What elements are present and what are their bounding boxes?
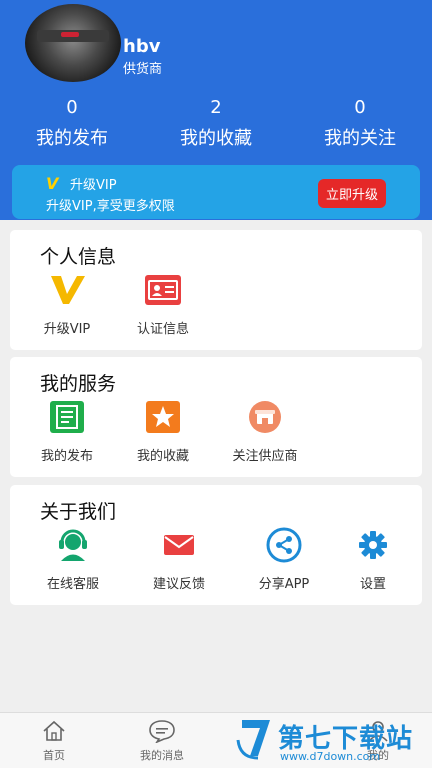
- nav-home[interactable]: 首页: [14, 719, 94, 763]
- nav-label: 我的消息: [140, 749, 184, 762]
- item-label: 分享APP: [258, 577, 310, 592]
- vip-title: 升级VIP: [70, 178, 117, 193]
- mail-icon: [159, 525, 199, 565]
- follow-suppliers-item[interactable]: 关注供应商: [215, 397, 315, 464]
- item-label: 在线客服: [46, 577, 99, 592]
- vip-logo-icon: V: [46, 174, 59, 193]
- section-title: 关于我们: [40, 501, 117, 523]
- nav-label: 首页: [43, 749, 65, 762]
- vip-icon: [47, 270, 87, 310]
- stat-count: 0: [354, 97, 366, 118]
- headset-icon: [53, 525, 93, 565]
- notebook-icon: [47, 397, 87, 437]
- verification-info-item[interactable]: 认证信息: [115, 270, 211, 337]
- gear-icon: [353, 525, 393, 565]
- watermark-logo-icon: [236, 720, 270, 760]
- item-label: 认证信息: [136, 322, 189, 337]
- avatar[interactable]: [25, 4, 121, 82]
- feedback-item[interactable]: 建议反馈: [131, 525, 227, 592]
- store-icon: [245, 397, 285, 437]
- about-us-card: 关于我们 在线客服 建议反馈 分享APP 设置: [10, 485, 422, 605]
- stat-my-favorites[interactable]: 2 我的收藏: [144, 96, 288, 150]
- username: hbv: [123, 36, 161, 57]
- stat-my-follows[interactable]: 0 我的关注: [288, 96, 432, 150]
- vip-banner[interactable]: V 升级VIP 升级VIP,享受更多权限 立即升级: [12, 165, 420, 219]
- personal-info-card: 个人信息 升级VIP 认证信息: [10, 230, 422, 350]
- home-icon: [14, 719, 94, 743]
- my-favorites-item[interactable]: 我的收藏: [115, 397, 211, 464]
- upgrade-now-button[interactable]: 立即升级: [317, 179, 386, 208]
- online-service-item[interactable]: 在线客服: [25, 525, 121, 592]
- item-label: 建议反馈: [152, 577, 205, 592]
- user-role: 供货商: [123, 62, 163, 77]
- stat-label: 我的收藏: [180, 128, 252, 149]
- settings-item[interactable]: 设置: [325, 525, 421, 592]
- stat-count: 2: [210, 97, 222, 118]
- upgrade-vip-item[interactable]: 升级VIP: [19, 270, 115, 337]
- stat-label: 我的关注: [324, 128, 396, 149]
- stat-my-posts[interactable]: 0 我的发布: [0, 96, 144, 150]
- item-label: 关注供应商: [232, 449, 298, 464]
- id-card-icon: [143, 270, 183, 310]
- item-label: 升级VIP: [43, 322, 91, 337]
- stats-row: 0 我的发布 2 我的收藏 0 我的关注: [0, 96, 432, 150]
- message-icon: [122, 719, 202, 743]
- stat-count: 0: [66, 97, 78, 118]
- share-icon: [264, 525, 304, 565]
- site-watermark: 第七下载站 www.d7down.com: [236, 716, 432, 768]
- vip-description: 升级VIP,享受更多权限: [46, 199, 175, 214]
- my-services-card: 我的服务 我的发布 我的收藏 关注供应商: [10, 357, 422, 477]
- nav-messages[interactable]: 我的消息: [122, 719, 202, 763]
- item-label: 我的收藏: [136, 449, 189, 464]
- item-label: 我的发布: [40, 449, 93, 464]
- item-label: 设置: [359, 577, 386, 592]
- share-app-item[interactable]: 分享APP: [236, 525, 332, 592]
- section-title: 我的服务: [40, 373, 117, 395]
- my-posts-item[interactable]: 我的发布: [19, 397, 115, 464]
- section-title: 个人信息: [40, 246, 117, 268]
- stat-label: 我的发布: [36, 128, 108, 149]
- watermark-url: www.d7down.com: [280, 750, 381, 763]
- star-icon: [143, 397, 183, 437]
